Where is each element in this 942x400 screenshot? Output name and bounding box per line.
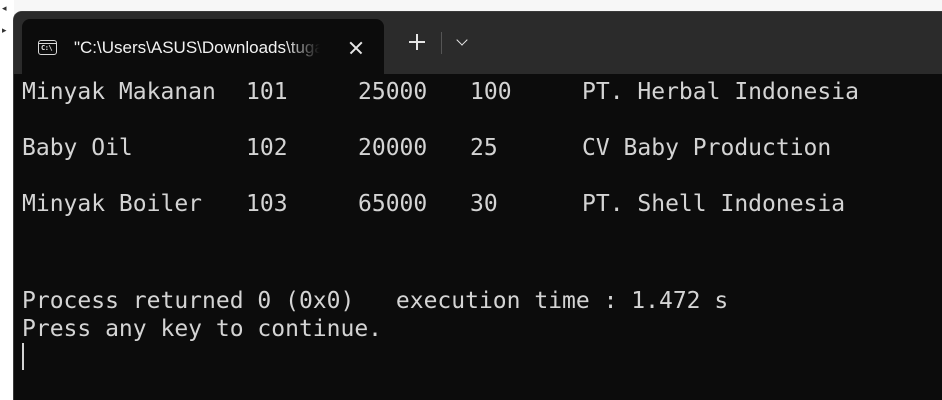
tab-console[interactable]: C:\ "C:\Users\ASUS\Downloads\tugas.exe" [22, 19, 384, 74]
console-icon: C:\ [38, 40, 57, 55]
terminal-window: C:\ "C:\Users\ASUS\Downloads\tugas.exe" … [14, 12, 942, 400]
continue-prompt: Press any key to continue. [22, 316, 383, 342]
chevron-down-icon[interactable] [452, 31, 474, 53]
table-row: Minyak Makanan 101 25000 100 PT. Herbal … [22, 78, 859, 106]
background-app-strip: ◂ ▸ [0, 0, 15, 400]
product-price: 20000 [358, 135, 428, 161]
product-price: 65000 [358, 191, 428, 217]
product-supplier: PT. Herbal Indonesia [582, 79, 859, 105]
product-qty: 100 [470, 79, 512, 105]
screen: ◂ ▸ C:\ "C:\Users\ASUS\Downloads\tugas.e… [0, 0, 942, 400]
title-bar[interactable]: C:\ "C:\Users\ASUS\Downloads\tugas.exe" [14, 12, 942, 74]
product-name: Minyak Makanan [22, 79, 216, 105]
scroll-left-arrow-icon[interactable]: ◂ [2, 4, 7, 14]
product-qty: 30 [470, 191, 498, 217]
product-code: 103 [246, 191, 288, 217]
product-supplier: CV Baby Production [582, 135, 832, 161]
plus-icon[interactable] [406, 31, 428, 53]
product-supplier: PT. Shell Indonesia [582, 191, 846, 217]
title-bar-divider [441, 32, 442, 54]
product-name: Minyak Boiler [22, 191, 203, 217]
product-name: Baby Oil [22, 135, 133, 161]
product-code: 102 [246, 135, 288, 161]
close-icon[interactable] [344, 36, 368, 60]
tab-title: "C:\Users\ASUS\Downloads\tugas.exe" [74, 38, 320, 57]
table-row: Baby Oil 102 20000 25 CV Baby Production [22, 134, 831, 162]
console-icon-label: C:\ [41, 44, 53, 52]
table-row: Minyak Boiler 103 65000 30 PT. Shell Ind… [22, 190, 845, 218]
product-qty: 25 [470, 135, 498, 161]
console-output[interactable]: Minyak Makanan 101 25000 100 PT. Herbal … [22, 74, 934, 400]
product-code: 101 [246, 79, 288, 105]
product-price: 25000 [358, 79, 428, 105]
process-status-line: Process returned 0 (0x0) execution time … [22, 288, 729, 314]
scroll-right-arrow-icon[interactable]: ▸ [2, 26, 7, 36]
text-cursor [22, 343, 24, 370]
